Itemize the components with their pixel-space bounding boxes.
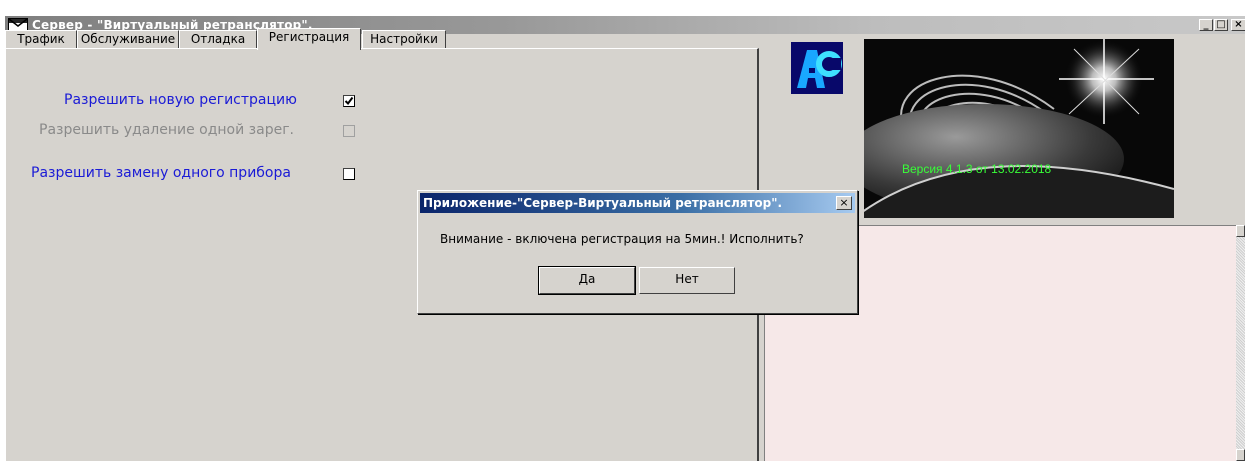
tab-service[interactable]: Обслуживание <box>77 30 179 48</box>
version-label: Версия 4.1.3 от 13.02.2018 <box>902 162 1052 176</box>
dialog-message: Внимание - включена регистрация на 5мин.… <box>440 232 804 246</box>
tab-settings[interactable]: Настройки <box>362 30 446 48</box>
allow-new-registration-row[interactable]: Разрешить новую регистрацию <box>64 92 297 108</box>
tab-label: Отладка <box>190 32 246 46</box>
splash-banner: Версия 4.1.3 от 13.02.2018 <box>864 39 1174 218</box>
confirm-dialog: Приложение-"Сервер-Виртуальный ретрансля… <box>417 190 858 314</box>
allow-new-registration-label: Разрешить новую регистрацию <box>64 92 297 108</box>
tab-debug[interactable]: Отладка <box>179 30 257 48</box>
tab-label: Трафик <box>17 32 65 46</box>
log-scrollbar[interactable] <box>1236 225 1245 461</box>
dialog-close-button[interactable]: × <box>836 196 852 210</box>
scroll-up-icon[interactable] <box>1236 225 1245 237</box>
close-button[interactable]: × <box>1231 19 1245 31</box>
allow-delete-one-checkbox <box>343 125 355 137</box>
dialog-title-bar[interactable]: Приложение-"Сервер-Виртуальный ретрансля… <box>420 193 855 213</box>
app-logo-icon <box>791 42 843 94</box>
tab-label: Регистрация <box>268 30 350 44</box>
allow-replace-device-label: Разрешить замену одного прибора <box>31 165 291 181</box>
tab-registration[interactable]: Регистрация <box>257 28 361 50</box>
planet-illustration-icon <box>864 39 1174 218</box>
allow-replace-device-row[interactable]: Разрешить замену одного прибора <box>31 165 291 181</box>
tab-traffic[interactable]: Трафик <box>5 30 77 48</box>
maximize-button[interactable]: □ <box>1214 19 1228 31</box>
minimize-button[interactable]: _ <box>1199 19 1213 31</box>
tab-label: Настройки <box>370 32 438 46</box>
dialog-title: Приложение-"Сервер-Виртуальный ретрансля… <box>423 196 783 210</box>
allow-new-registration-checkbox[interactable] <box>343 95 355 107</box>
allow-delete-one-row: Разрешить удаление одной зарег. <box>39 122 294 138</box>
allow-replace-device-checkbox[interactable] <box>343 168 355 180</box>
scroll-down-icon[interactable] <box>1236 449 1245 461</box>
allow-delete-one-label: Разрешить удаление одной зарег. <box>39 122 294 138</box>
tab-label: Обслуживание <box>80 32 176 46</box>
yes-button[interactable]: Да <box>538 266 636 295</box>
no-button[interactable]: Нет <box>639 267 735 294</box>
